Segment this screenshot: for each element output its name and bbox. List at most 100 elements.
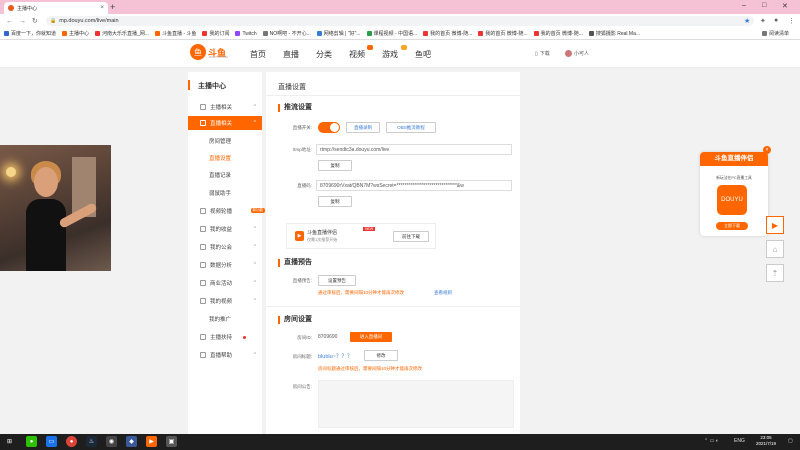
- sidebar-item-analytics[interactable]: 数据分析 ^: [188, 258, 262, 272]
- back-icon[interactable]: ←: [6, 18, 13, 25]
- douyu-logo[interactable]: 鱼 斗鱼 DOUYU.COM: [190, 44, 228, 60]
- nav-fishbar[interactable]: 鱼吧: [415, 49, 431, 60]
- sidebar-item-anchor[interactable]: 主播相关 ^: [188, 100, 262, 114]
- bookmark-item[interactable]: 我的首页 微博-随...: [423, 30, 472, 37]
- bookmark-item[interactable]: 我的首页 微博-随...: [533, 30, 583, 37]
- input-language[interactable]: ENG: [734, 438, 745, 444]
- user-menu[interactable]: 小可人: [565, 50, 589, 57]
- menu-icon[interactable]: ⋮: [788, 17, 795, 25]
- sidebar-item-guild[interactable]: 我的公会 ^: [188, 240, 262, 254]
- bookmark-item[interactable]: 百度一下，你就知道: [4, 30, 56, 37]
- chrome-icon[interactable]: ●: [66, 436, 77, 447]
- sidebar-item-label: 数据分析: [210, 263, 233, 269]
- reload-icon[interactable]: ↻: [32, 17, 38, 25]
- bookmark-item[interactable]: 我的首页 微博-随...: [478, 30, 528, 37]
- divider: [266, 306, 520, 307]
- sidebar-item-my-videos[interactable]: 我的视频 ^: [188, 294, 262, 308]
- file-explorer-icon[interactable]: ▭: [46, 436, 57, 447]
- tab-favicon-icon: [8, 5, 14, 11]
- sidebar-sub-live-settings[interactable]: 直播设置: [188, 151, 262, 165]
- browser-tab[interactable]: 主播中心 ×: [4, 2, 108, 14]
- new-tab-icon[interactable]: +: [110, 2, 115, 12]
- view-rules-link[interactable]: 查看规则: [434, 290, 452, 296]
- obs-icon[interactable]: ◉: [106, 436, 117, 447]
- address-bar[interactable]: 🔒 mp.douyu.com/live/main: [46, 16, 754, 26]
- extensions-icon[interactable]: ✦: [760, 17, 766, 25]
- bookmark-item[interactable]: Twitch: [235, 31, 257, 37]
- live-record-button[interactable]: 直播录制: [346, 122, 380, 133]
- sidebar-item-income[interactable]: 我的收益 ^: [188, 222, 262, 236]
- sidebar-item-support[interactable]: 主播扶持: [188, 330, 262, 344]
- system-clock[interactable]: 23:05 2021/7/19: [756, 435, 776, 447]
- windows-start-icon[interactable]: ⊞: [4, 436, 15, 447]
- bookmark-star-icon[interactable]: ★: [744, 17, 750, 25]
- tab-close-icon[interactable]: ×: [100, 5, 104, 11]
- sidebar-sub-room-manage[interactable]: 房间管理: [188, 134, 262, 148]
- toggle-knob: [330, 123, 339, 132]
- nav-category[interactable]: 分类: [316, 49, 332, 60]
- reading-list[interactable]: 阅读清单: [762, 30, 789, 37]
- back-to-top-icon[interactable]: ⇡: [766, 264, 784, 282]
- promo-desc: 仅需1次推荐开始: [307, 237, 338, 242]
- copy-rtmp-button[interactable]: 复制: [318, 160, 352, 171]
- rtmp-address-field[interactable]: rtmp://sendtc3a.douyu.com/live: [316, 144, 512, 155]
- section-room-settings: 房间设置: [278, 316, 312, 324]
- nav-live[interactable]: 直播: [283, 49, 299, 60]
- bookmark-item[interactable]: 主播中心: [62, 30, 89, 37]
- steam-icon[interactable]: ♨: [86, 436, 97, 447]
- sidebar-sub-assistant[interactable]: 弱鼠助手: [188, 186, 262, 200]
- bookmark-item[interactable]: 搜狐摄影 Real Ma...: [588, 30, 640, 37]
- bookmark-item[interactable]: NO啊吧 - 不开心...: [262, 30, 311, 37]
- close-ad-icon[interactable]: ×: [763, 146, 771, 154]
- lock-icon: 🔒: [50, 18, 57, 24]
- maximize-icon[interactable]: □: [762, 2, 766, 9]
- set-preview-button[interactable]: 设置预告: [318, 275, 356, 286]
- enter-room-button[interactable]: 进入直播间: [350, 332, 392, 342]
- profile-icon[interactable]: ●: [774, 17, 778, 24]
- ad-download-button[interactable]: 立即下载: [716, 222, 748, 230]
- room-id-value: 8709690: [318, 334, 338, 340]
- sidebar-sub-live-record[interactable]: 直播记录: [188, 168, 262, 182]
- tab-title: 主播中心: [17, 5, 38, 12]
- stream-code-field[interactable]: 8709690rVxat/QBN7M?wsSecret=************…: [316, 180, 512, 191]
- bookmark-item[interactable]: 网络剪辑 | "好"...: [316, 30, 361, 37]
- sidebar-item-label: 主播扶持: [210, 335, 233, 341]
- sidebar-item-business[interactable]: 商业活动 ^: [188, 276, 262, 290]
- switch-label: 直播开关:: [292, 125, 312, 130]
- edit-title-button[interactable]: 修改: [364, 350, 398, 361]
- sidebar-sub-promotion[interactable]: 我的推广: [188, 312, 262, 326]
- bookmark-item[interactable]: 我的订阅: [202, 30, 229, 37]
- room-id-label: 房间ID:: [297, 335, 312, 340]
- room-notice-textarea[interactable]: [318, 380, 514, 428]
- companion-taskbar-icon[interactable]: ▶: [146, 436, 157, 447]
- sidebar-item-help[interactable]: 直播帮助 ^: [188, 348, 262, 362]
- download-link[interactable]: ▯ 下载: [535, 50, 550, 58]
- nav-home[interactable]: 首页: [250, 49, 266, 60]
- home-icon[interactable]: ⌂: [766, 240, 784, 258]
- download-companion-button[interactable]: 前往下载: [393, 231, 429, 242]
- app-icon[interactable]: ▣: [166, 436, 177, 447]
- app-icon[interactable]: ◆: [126, 436, 137, 447]
- bookmark-item[interactable]: 课程视频 - 中国语...: [366, 30, 417, 37]
- minimize-icon[interactable]: –: [742, 2, 746, 9]
- tv-icon: [200, 120, 206, 126]
- bookmark-item[interactable]: 河南大乐乐直播_网...: [95, 30, 149, 37]
- ad-app-icon: DOUYU: [717, 185, 747, 215]
- close-window-icon[interactable]: ✕: [782, 2, 788, 10]
- tray-icons[interactable]: ⌃ ▭ ◐: [704, 438, 719, 444]
- obs-tutorial-button[interactable]: OBS推流教程: [386, 122, 436, 133]
- live-switch-toggle[interactable]: [318, 122, 340, 133]
- nav-video[interactable]: 视频: [349, 49, 365, 60]
- sidebar-item-video-loop[interactable]: 视频轮播 新功能: [188, 204, 265, 218]
- sidebar-item-label: 我的公会: [210, 245, 233, 251]
- ad-text: 新玩法在PC直播工具: [716, 176, 752, 180]
- notifications-icon[interactable]: ▢: [788, 438, 793, 444]
- play-icon[interactable]: ▶: [766, 216, 784, 234]
- sidebar-item-live[interactable]: 直播相关 ^: [188, 116, 262, 130]
- nav-games[interactable]: 游戏: [382, 49, 398, 60]
- bookmark-item[interactable]: 斗鱼直播 - 斗鱼: [154, 30, 196, 37]
- copy-code-button[interactable]: 复制: [318, 196, 352, 207]
- forward-icon[interactable]: →: [19, 18, 26, 25]
- wechat-icon[interactable]: ●: [26, 436, 37, 447]
- new-badge: NEW: [363, 227, 376, 231]
